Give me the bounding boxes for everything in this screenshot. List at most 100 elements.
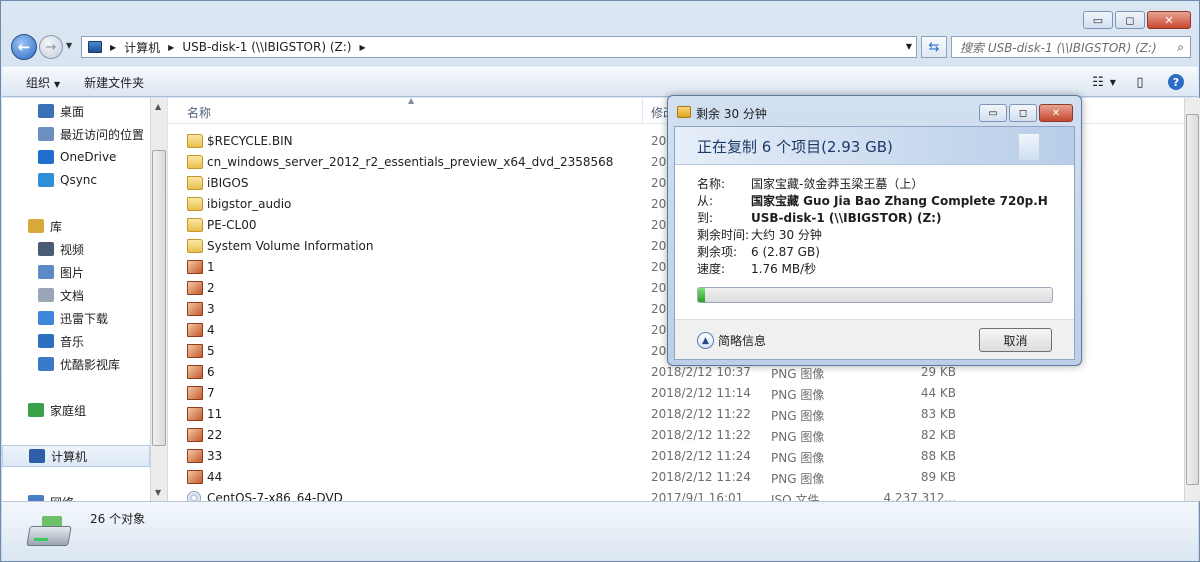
file-date: 2018/2/12 11:14: [651, 386, 751, 400]
copy-detail-row: 剩余项: 6 (2.87 GB): [697, 243, 1047, 260]
file-type: PNG 图像: [771, 430, 825, 444]
sidebar-item-icon: [38, 150, 54, 164]
file-date: 20: [651, 323, 667, 337]
sidebar-item-label: 库: [50, 219, 63, 234]
minimize-button[interactable]: ▭: [1083, 11, 1113, 29]
detail-value: USB-disk-1 (\\IBIGSTOR) (Z:): [751, 211, 942, 225]
file-date: 2018/2/12 11:24: [651, 470, 751, 484]
sidebar-item[interactable]: 桌面: [2, 100, 150, 122]
dialog-close-button[interactable]: ✕: [1039, 104, 1073, 122]
file-row[interactable]: 11 2018/2/12 11:22 PNG 图像 83 KB: [168, 404, 1184, 425]
file-name: 6: [207, 365, 215, 379]
back-button[interactable]: ←: [11, 34, 37, 60]
image-file-icon: [187, 470, 203, 484]
file-row[interactable]: 7 2018/2/12 11:14 PNG 图像 44 KB: [168, 383, 1184, 404]
sidebar-item[interactable]: 计算机: [2, 445, 150, 467]
sidebar-item[interactable]: 视频: [2, 238, 150, 260]
chevron-right-icon[interactable]: ▶: [359, 43, 365, 52]
breadcrumb-usb-disk[interactable]: USB-disk-1 (\\IBIGSTOR) (Z:): [182, 40, 351, 54]
sidebar-item[interactable]: 图片: [2, 261, 150, 283]
dialog-title: 剩余 30 分钟: [696, 107, 767, 121]
search-icon[interactable]: ⌕: [1177, 40, 1184, 55]
sidebar-item-label: OneDrive: [60, 150, 117, 164]
less-info-toggle[interactable]: ▲ 简略信息: [697, 332, 766, 349]
sidebar-item[interactable]: 优酷影视库: [2, 353, 150, 375]
scrollbar-thumb[interactable]: [1186, 114, 1199, 485]
search-input[interactable]: 搜索 USB-disk-1 (\\IBIGSTOR) (Z:) ⌕: [951, 36, 1191, 58]
dialog-minimize-button[interactable]: ▭: [979, 104, 1007, 122]
file-row[interactable]: 33 2018/2/12 11:24 PNG 图像 88 KB: [168, 446, 1184, 467]
organize-label: 组织: [26, 75, 51, 90]
file-row[interactable]: CentOS-7-x86_64-DVD 2017/9/1 16:01 ISO 文件 4…: [168, 488, 1184, 501]
sidebar-item[interactable]: 家庭组: [2, 399, 150, 421]
file-row[interactable]: 22 2018/2/12 11:22 PNG 图像 82 KB: [168, 425, 1184, 446]
refresh-button[interactable]: ⇆: [921, 36, 947, 58]
preview-pane-icon[interactable]: ▯: [1132, 74, 1148, 90]
view-options-icon[interactable]: ☷ ▼: [1092, 74, 1116, 90]
detail-value: 国家宝藏 Guo Jia Bao Zhang Complete 720p.HDT…: [751, 194, 1047, 208]
copy-heading: 正在复制 6 个项目(2.93 GB): [697, 138, 893, 156]
sidebar-item[interactable]: 迅雷下载: [2, 307, 150, 329]
file-name: 44: [207, 470, 223, 484]
history-dropdown-icon[interactable]: ▼: [66, 41, 72, 50]
file-name: 33: [207, 449, 223, 463]
sidebar-item-icon: [38, 334, 54, 348]
chevron-right-icon[interactable]: ▶: [110, 43, 116, 52]
image-file-icon: [187, 344, 203, 358]
sidebar-item[interactable]: 音乐: [2, 330, 150, 352]
sidebar-item-label: 网络: [50, 494, 74, 502]
dialog-caption-buttons: ▭ ◻ ✕: [979, 104, 1073, 122]
sidebar-item[interactable]: OneDrive: [2, 146, 150, 168]
cancel-button[interactable]: 取消: [979, 328, 1052, 352]
new-folder-button[interactable]: 新建文件夹: [84, 74, 144, 91]
file-date: 20: [651, 260, 667, 274]
scroll-up-icon[interactable]: ▲: [155, 102, 161, 111]
sidebar-item[interactable]: 最近访问的位置: [2, 123, 150, 145]
image-file-icon: [187, 449, 203, 463]
sidebar-item-label: 最近访问的位置: [60, 127, 145, 142]
sidebar-item-icon: [28, 403, 44, 417]
file-size: 83 KB: [920, 407, 956, 421]
view-controls: ☷ ▼ ▯ ?: [1092, 74, 1184, 90]
sidebar-item[interactable]: 网络: [2, 491, 150, 501]
forward-button[interactable]: →: [39, 35, 63, 59]
folder-icon: [187, 218, 203, 232]
sidebar-item[interactable]: Qsync: [2, 169, 150, 191]
detail-key: 速度:: [697, 262, 726, 276]
network-drive-icon: [26, 516, 72, 550]
file-size: 88 KB: [920, 449, 956, 463]
address-dropdown-icon[interactable]: ▼: [906, 42, 912, 51]
folder-icon: [187, 176, 203, 190]
chevron-right-icon[interactable]: ▶: [168, 43, 174, 52]
detail-key: 从:: [697, 194, 714, 208]
scroll-down-icon[interactable]: ▼: [155, 488, 161, 497]
file-name: CentOS-7-x86_64-DVD: [207, 491, 343, 501]
sidebar-item-icon: [38, 357, 54, 371]
sort-ascending-icon: ▲: [408, 98, 415, 105]
sidebar-item[interactable]: 库: [2, 215, 150, 237]
maximize-button[interactable]: ◻: [1115, 11, 1145, 29]
less-info-label: 简略信息: [718, 334, 767, 348]
file-list-scrollbar[interactable]: [1184, 98, 1200, 501]
detail-value: 6 (2.87 GB): [751, 245, 820, 259]
help-icon[interactable]: ?: [1168, 74, 1184, 90]
image-file-icon: [187, 323, 203, 337]
file-size: 29 KB: [920, 365, 956, 379]
column-divider[interactable]: [642, 98, 643, 124]
navigation-pane-scrollbar[interactable]: ▲ ▼: [150, 98, 167, 501]
address-bar[interactable]: ▶ 计算机 ▶ USB-disk-1 (\\IBIGSTOR) (Z:) ▶ ▼: [81, 36, 917, 58]
file-name: 1: [207, 260, 215, 274]
file-row[interactable]: 44 2018/2/12 11:24 PNG 图像 89 KB: [168, 467, 1184, 488]
sidebar-item[interactable]: 文档: [2, 284, 150, 306]
disc-image-icon: [187, 491, 201, 501]
dialog-maximize-button[interactable]: ◻: [1009, 104, 1037, 122]
close-button[interactable]: ✕: [1147, 11, 1191, 29]
refresh-icon: ⇆: [928, 39, 940, 55]
folder-icon: [187, 197, 203, 211]
organize-button[interactable]: 组织 ▼: [26, 74, 60, 91]
scrollbar-thumb[interactable]: [152, 150, 166, 446]
breadcrumb-computer[interactable]: 计算机: [124, 39, 160, 56]
dialog-title-bar: 剩余 30 分钟 ▭ ◻ ✕: [668, 96, 1081, 126]
file-date: 20: [651, 239, 667, 253]
column-header-name[interactable]: 名称: [187, 104, 211, 121]
